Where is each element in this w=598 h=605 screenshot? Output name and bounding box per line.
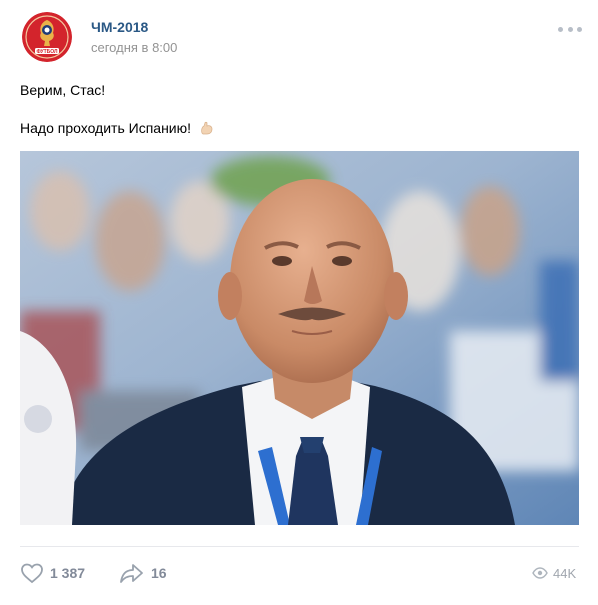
more-options-button[interactable] bbox=[558, 22, 582, 36]
share-button[interactable]: 16 bbox=[119, 561, 167, 585]
community-avatar[interactable]: ФУТБОЛ bbox=[22, 12, 72, 62]
post-timestamp[interactable]: сегодня в 8:00 bbox=[91, 40, 177, 55]
avatar-logo-text: ФУТБОЛ bbox=[36, 49, 58, 55]
like-count: 1 387 bbox=[50, 565, 86, 581]
post-photo[interactable] bbox=[20, 151, 579, 525]
eye-icon bbox=[532, 567, 548, 579]
views-counter: 44K bbox=[532, 563, 576, 583]
post-text-line-1: Верим, Стас! bbox=[20, 82, 106, 98]
heart-icon bbox=[21, 563, 43, 584]
flexed-biceps-emoji-icon bbox=[199, 120, 215, 139]
post-text-line-2-content: Надо проходить Испанию! bbox=[20, 120, 192, 137]
like-button[interactable]: 1 387 bbox=[20, 561, 85, 585]
more-dots-icon bbox=[558, 26, 563, 32]
share-arrow-icon bbox=[120, 564, 143, 583]
post-author-link[interactable]: ЧМ-2018 bbox=[91, 19, 148, 35]
world-cup-logo-icon: ФУТБОЛ bbox=[22, 12, 72, 62]
share-count: 16 bbox=[151, 565, 167, 581]
post-text-line-2: Надо проходить Испанию! bbox=[20, 120, 215, 139]
wall-post: ФУТБОЛ ЧМ-2018 сегодня в 8:00 Верим, Ста… bbox=[0, 0, 598, 605]
views-count: 44K bbox=[553, 565, 577, 581]
footer-divider bbox=[20, 546, 579, 547]
coach-photo-image bbox=[20, 151, 579, 525]
